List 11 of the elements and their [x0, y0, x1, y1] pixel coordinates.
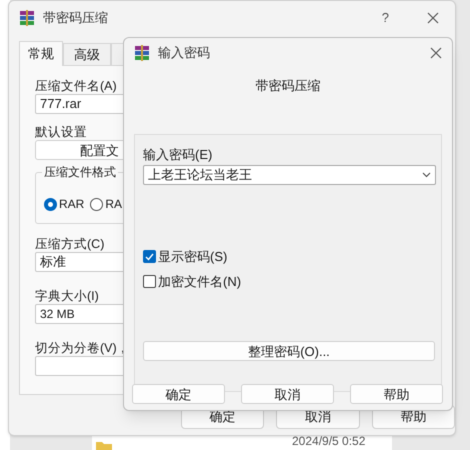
dialog-heading: 带密码压缩	[256, 77, 320, 96]
window-title: 输入密码	[158, 44, 210, 62]
field-label: 字典大小(I)	[35, 289, 99, 303]
field-label: 压缩方式(C)	[35, 237, 104, 251]
password-text: 上老王论坛当老王	[148, 166, 252, 184]
field-label: 默认设置	[35, 125, 87, 139]
field-label: 压缩文件名(A)	[35, 79, 117, 93]
field-label: 输入密码(E)	[143, 146, 214, 163]
group-label: 压缩文件格式	[42, 163, 118, 181]
window-title: 带密码压缩	[43, 9, 108, 28]
file-date: 2024/9/5 0:52	[292, 433, 366, 450]
